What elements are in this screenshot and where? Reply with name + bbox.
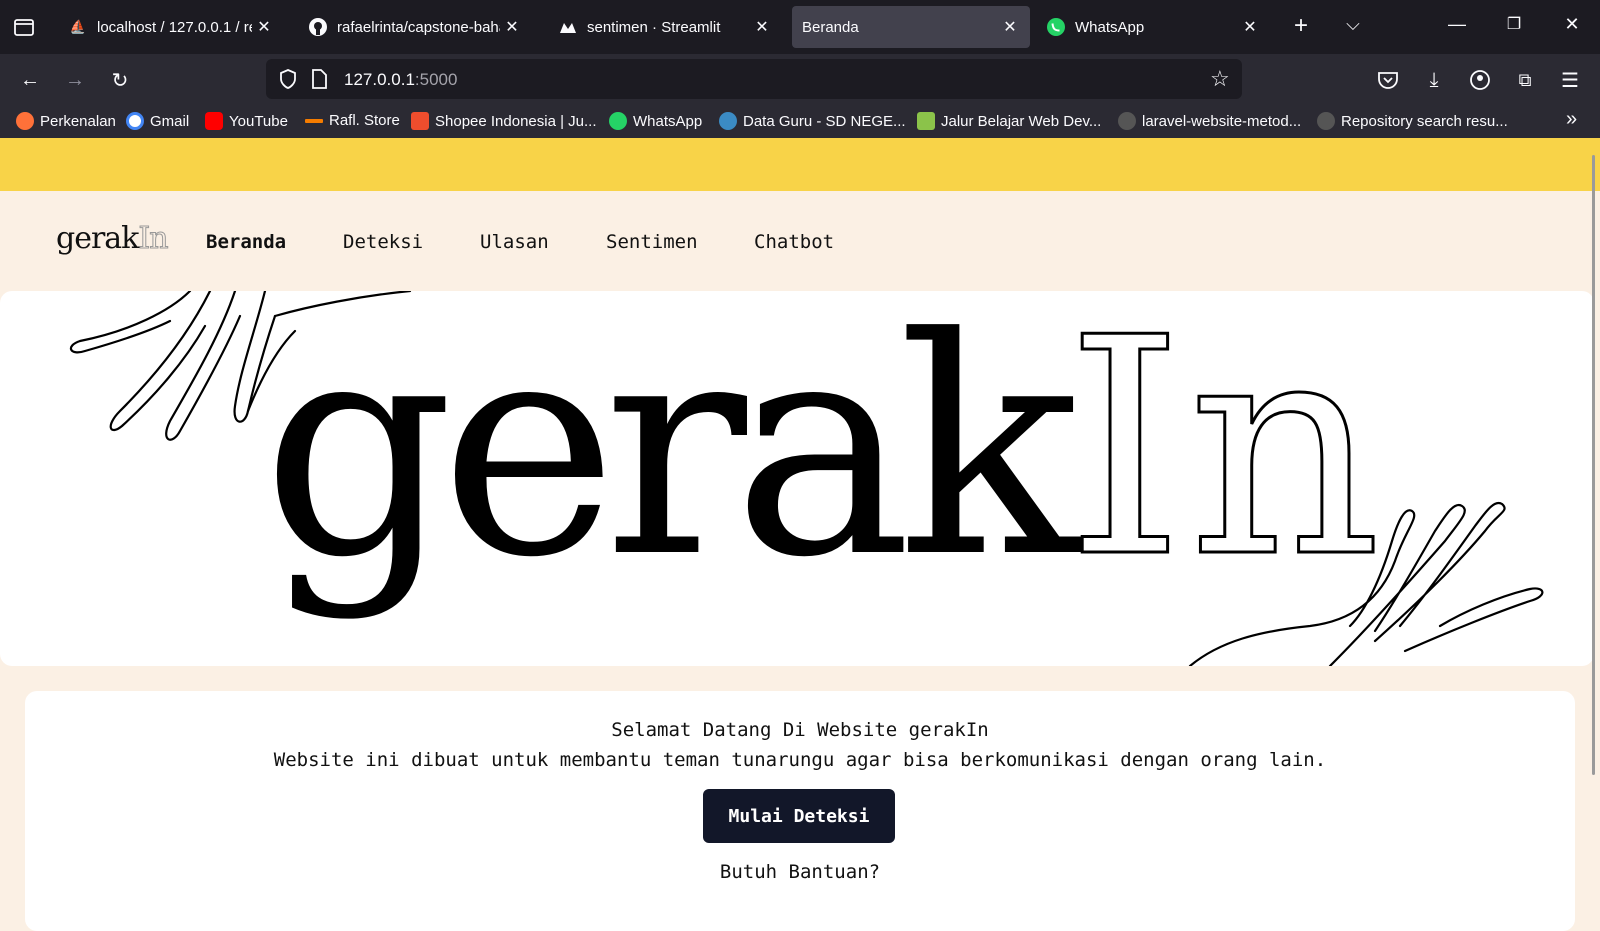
bookmark-label: laravel-website-metod... (1142, 112, 1302, 130)
whatsapp-icon (609, 112, 627, 130)
github-icon (1118, 112, 1136, 130)
welcome-card: Selamat Datang Di Website gerakIn Websit… (25, 691, 1575, 931)
tab-title: WhatsApp (1075, 18, 1145, 36)
school-icon (719, 112, 737, 130)
tab-streamlit[interactable]: sentimen · Streamlit ✕ (546, 6, 782, 48)
bookmark-laravel[interactable]: laravel-website-metod... (1118, 112, 1301, 130)
whatsapp-icon (1046, 17, 1066, 37)
close-icon[interactable]: ✕ (750, 17, 774, 37)
tab-title: localhost / 127.0.0.1 / revi (97, 18, 252, 36)
url-host: 127.0.0.1 (344, 70, 415, 89)
start-detection-button[interactable]: Mulai Deteksi (703, 789, 895, 843)
tab-title: Beranda (802, 18, 859, 36)
streamlit-icon (558, 17, 578, 37)
tab-title: sentimen · Streamlit (587, 18, 721, 36)
firefox-icon (16, 112, 34, 130)
welcome-heading: Selamat Datang Di Website gerakIn (611, 719, 989, 741)
close-icon[interactable]: ✕ (252, 17, 276, 37)
page-scrollbar[interactable] (1592, 155, 1595, 775)
tab-bar: ⛵ localhost / 127.0.0.1 / revi ✕ rafaelr… (0, 0, 1600, 54)
github-icon (308, 17, 328, 37)
bookmark-gmail[interactable]: Gmail (126, 112, 189, 130)
hands-bottom-illustration (1188, 501, 1544, 666)
bookmarks-bar: Perkenalan Gmail YouTube Rafl. Store Sho… (0, 104, 1600, 138)
url-text[interactable]: 127.0.0.1:5000 (344, 70, 457, 90)
restore-icon[interactable]: ❐ (1500, 14, 1528, 34)
pocket-icon[interactable] (1374, 66, 1402, 94)
account-icon[interactable] (1466, 66, 1494, 94)
logo-text: gerak (56, 221, 139, 256)
tab-phpmyadmin[interactable]: ⛵ localhost / 127.0.0.1 / revi ✕ (56, 6, 284, 48)
bookmark-label: YouTube (229, 112, 288, 130)
hero-logo-text: gerak (262, 291, 1080, 623)
bookmark-whatsapp[interactable]: WhatsApp (609, 112, 702, 130)
top-banner (0, 138, 1600, 191)
welcome-description: Website ini dibuat untuk membantu teman … (273, 749, 1327, 771)
bookmark-youtube[interactable]: YouTube (205, 112, 288, 130)
shield-icon[interactable] (278, 68, 298, 95)
chevron-down-icon[interactable]: ⌵ (1339, 14, 1367, 35)
download-icon[interactable]: ⤓ (1420, 66, 1448, 94)
bookmark-rafl-store[interactable]: Rafl. Store (305, 112, 400, 129)
page-icon (310, 68, 328, 95)
nav-chatbot[interactable]: Chatbot (754, 231, 834, 253)
bookmark-perkenalan[interactable]: Perkenalan (16, 112, 116, 130)
tab-list-icon[interactable] (12, 15, 36, 39)
nav-ulasan[interactable]: Ulasan (480, 231, 549, 253)
bookmark-shopee[interactable]: Shopee Indonesia | Ju... (411, 112, 597, 130)
bookmark-label: Rafl. Store (329, 112, 400, 129)
dicoding-icon (917, 112, 935, 130)
close-icon[interactable]: ✕ (1238, 17, 1262, 37)
close-icon[interactable]: ✕ (998, 17, 1022, 37)
bookmark-label: Data Guru - SD NEGE... (743, 112, 906, 130)
nav-deteksi[interactable]: Deteksi (343, 231, 423, 253)
bookmark-jalur-belajar[interactable]: Jalur Belajar Web Dev... (917, 112, 1101, 130)
overflow-chevron-icon[interactable]: » (1566, 108, 1577, 131)
bookmark-label: Repository search resu... (1341, 112, 1508, 130)
tab-github[interactable]: rafaelrinta/capstone-baha ✕ (296, 6, 532, 48)
minimize-icon[interactable]: — (1443, 14, 1471, 35)
bookmark-label: Gmail (150, 112, 190, 130)
tab-beranda[interactable]: Beranda ✕ (792, 6, 1030, 48)
bookmark-label: Jalur Belajar Web Dev... (941, 112, 1102, 130)
tab-whatsapp[interactable]: WhatsApp ✕ (1034, 6, 1270, 48)
logo-in-text: In (138, 221, 169, 257)
url-bar[interactable]: 127.0.0.1:5000 ☆ (266, 59, 1242, 99)
bookmark-data-guru[interactable]: Data Guru - SD NEGE... (719, 112, 906, 130)
reload-icon[interactable]: ↻ (106, 66, 134, 94)
window-close-icon[interactable]: ✕ (1558, 14, 1586, 35)
github-icon (1317, 112, 1335, 130)
back-icon[interactable]: ← (16, 66, 44, 94)
shopee-icon (411, 112, 429, 130)
new-tab-icon[interactable]: + (1287, 12, 1315, 40)
extensions-icon[interactable]: ⧉ (1511, 66, 1539, 94)
help-link[interactable]: Butuh Bantuan? (25, 861, 1575, 883)
bookmark-label: Perkenalan (40, 112, 116, 130)
tab-title: rafaelrinta/capstone-baha (337, 18, 500, 36)
phpmyadmin-icon: ⛵ (69, 19, 87, 34)
forward-icon[interactable]: → (61, 66, 89, 94)
site-logo[interactable]: gerakIn (56, 221, 169, 257)
star-icon[interactable]: ☆ (1210, 66, 1230, 92)
navigation-bar: ← → ↻ 127.0.0.1:5000 ☆ ⤓ ⧉ ☰ (0, 54, 1600, 104)
google-icon (126, 112, 144, 130)
store-icon (305, 118, 323, 123)
url-port: :5000 (414, 70, 458, 89)
bookmark-label: WhatsApp (633, 112, 703, 130)
nav-sentimen[interactable]: Sentimen (606, 231, 698, 253)
bookmark-label: Shopee Indonesia | Ju... (435, 112, 597, 130)
nav-beranda[interactable]: Beranda (206, 231, 286, 253)
youtube-icon (205, 112, 223, 130)
bookmark-repository[interactable]: Repository search resu... (1317, 112, 1508, 130)
hero-banner: gerakIn (0, 291, 1594, 666)
close-icon[interactable]: ✕ (500, 17, 524, 37)
menu-icon[interactable]: ☰ (1556, 66, 1584, 94)
site-header: gerakIn Beranda Deteksi Ulasan Sentimen … (0, 191, 1600, 291)
